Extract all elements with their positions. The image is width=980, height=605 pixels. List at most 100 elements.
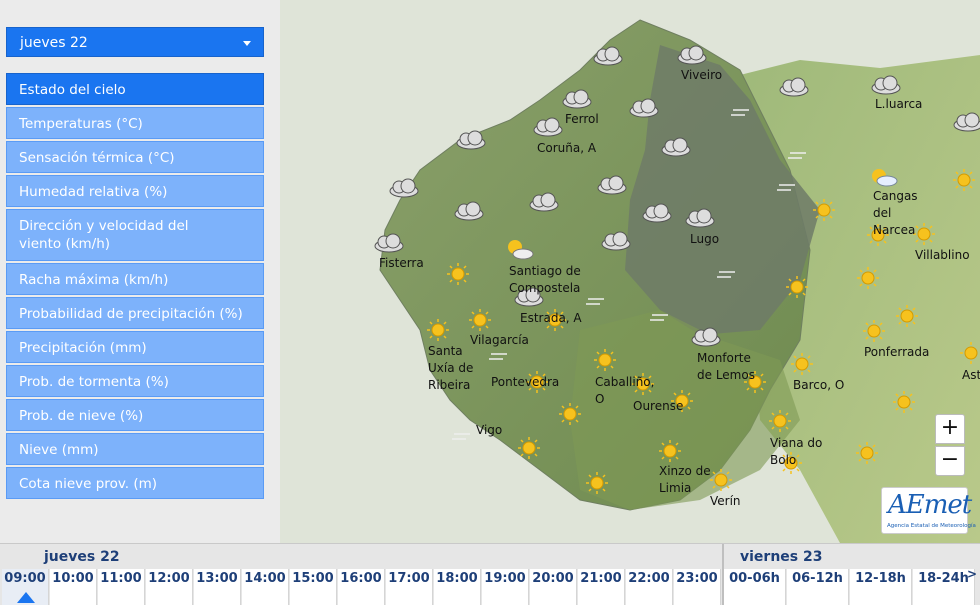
timeline-slot-21[interactable]: 21:00 [578,569,625,605]
timeline-next-arrow[interactable]: > [967,567,977,581]
cloud-icon [642,203,672,223]
menu-item-label: Dirección y velocidad del viento (km/h) [19,218,189,252]
place-label: Santa Uxía de Ribeira [428,344,474,392]
sun-icon [791,353,813,375]
place-label: Ferrol [565,112,599,126]
place-label: Xinzo de Limia [659,464,711,495]
place-label: Viana do Bolo [770,436,823,467]
mist-icon [650,314,668,321]
place-label: Lugo [690,232,720,246]
menu-item-temperaturas[interactable]: Temperaturas (°C) [6,107,264,139]
cloud-icon [529,192,559,212]
timeline-slot-10[interactable]: 10:00 [50,569,97,605]
cloud-icon [389,178,419,198]
timeline-slot-18-24[interactable]: 18-24h [913,569,975,605]
menu-item-estado-cielo[interactable]: Estado del cielo [6,73,264,105]
cloud-icon [533,117,563,137]
caret-down-icon [243,41,251,46]
menu-item-label: Racha máxima (km/h) [19,272,169,288]
cloud-icon [661,137,691,157]
app: jueves 22 Estado del cielo Temperaturas … [0,0,980,605]
cloud-icon [953,112,980,132]
menu-item-prob-nieve[interactable]: Prob. de nieve (%) [6,399,264,431]
day-select-value: jueves 22 [20,35,88,51]
cloud-icon [601,231,631,251]
place-label: Monforte de Lemos [697,351,755,382]
current-time-marker [17,592,35,603]
menu-item-racha[interactable]: Racha máxima (km/h) [6,263,264,295]
menu-item-viento[interactable]: Dirección y velocidad del viento (km/h) [6,209,264,261]
cloud-icon [454,201,484,221]
place-label: Verín [710,494,741,508]
mist-icon [788,152,806,159]
timeline-slot-06-12[interactable]: 06-12h [787,569,849,605]
menu-item-humedad[interactable]: Humedad relativa (%) [6,175,264,207]
cloud-icon [779,77,809,97]
left-panel: jueves 22 Estado del cielo Temperaturas … [0,0,280,543]
menu-item-cota-nieve[interactable]: Cota nieve prov. (m) [6,467,264,499]
aemet-logo[interactable]: AEmet Agencia Estatal de Meteorología [881,487,976,534]
sun-icon [769,410,791,432]
timeline-day-label: viernes 23 [740,549,823,565]
sun-icon [896,305,918,327]
menu-item-label: Nieve (mm) [19,442,99,458]
menu-item-label: Precipitación (mm) [19,340,147,356]
sun-icon [469,309,491,331]
mist-icon [586,298,604,305]
cloud-icon [677,45,707,65]
place-label: Ourense [633,399,684,413]
mist-icon [731,109,749,116]
timeline-slot-11[interactable]: 11:00 [98,569,145,605]
sun-icon [586,472,608,494]
cloud-icon [593,46,623,66]
menu-item-label: Estado del cielo [19,82,126,98]
mist-icon [489,353,507,360]
timeline-slot-12[interactable]: 12:00 [146,569,193,605]
timeline-slot-23[interactable]: 23:00 [674,569,721,605]
menu-item-label: Prob. de nieve (%) [19,408,144,424]
cloud-icon [456,130,486,150]
place-label: Ast [962,368,980,382]
place-label: Fisterra [379,256,424,270]
cloud-icon [871,75,901,95]
place-label: Ponferrada [864,345,930,359]
place-label: Santiago de Compostela [509,264,581,295]
menu-item-prob-tormenta[interactable]: Prob. de tormenta (%) [6,365,264,397]
menu-item-prob-precipitacion[interactable]: Probabilidad de precipitación (%) [6,297,264,329]
sun-icon [857,267,879,289]
timeline-slot-15[interactable]: 15:00 [290,569,337,605]
mist-icon [777,184,795,191]
timeline-slot-17[interactable]: 17:00 [386,569,433,605]
timeline-slot-12-18[interactable]: 12-18h [850,569,912,605]
zoom-out-button[interactable]: − [935,446,965,476]
mist-icon [717,271,735,278]
menu-item-sensacion-termica[interactable]: Sensación térmica (°C) [6,141,264,173]
timeline-slot-20[interactable]: 20:00 [530,569,577,605]
menu-item-label: Humedad relativa (%) [19,184,168,200]
menu-item-nieve[interactable]: Nieve (mm) [6,433,264,465]
sun-icon [953,169,975,191]
timeline-day-label: jueves 22 [44,549,120,565]
timeline-slot-16[interactable]: 16:00 [338,569,385,605]
zoom-in-button[interactable]: + [935,414,965,444]
timeline-slot-14[interactable]: 14:00 [242,569,289,605]
place-label: Cangas del Narcea [873,189,918,237]
sun-icon [447,263,469,285]
menu-item-label: Probabilidad de precipitación (%) [19,306,243,322]
place-label: Villablino [915,248,970,262]
timeline-slot-18[interactable]: 18:00 [434,569,481,605]
logo-word: AEmet [888,490,972,520]
timeline-slot-19[interactable]: 19:00 [482,569,529,605]
mist-icon [452,433,470,440]
place-label: L.luarca [875,97,923,111]
timeline-slot-00-06[interactable]: 00-06h [724,569,786,605]
day-select[interactable]: jueves 22 [6,27,264,57]
sun-icon [659,440,681,462]
timeline-slot-22[interactable]: 22:00 [626,569,673,605]
place-label: Estrada, A [520,311,582,325]
timeline-slot-13[interactable]: 13:00 [194,569,241,605]
cloud-icon [691,327,721,347]
variable-menu: Estado del cielo Temperaturas (°C) Sensa… [6,73,264,501]
weather-map[interactable]: Viveiro Ferrol Coruña, A Lugo Fisterra S… [280,0,980,543]
menu-item-precipitacion[interactable]: Precipitación (mm) [6,331,264,363]
